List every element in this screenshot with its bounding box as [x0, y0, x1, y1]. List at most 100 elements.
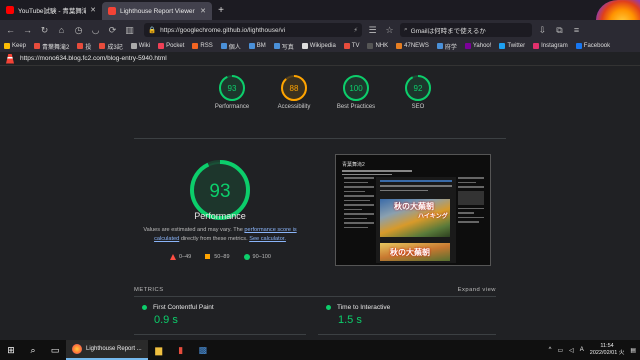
- divider: [318, 334, 496, 335]
- metric-first-contentful-paint: First Contentful Paint 0.9 s: [142, 304, 314, 326]
- bookmark-icon: [248, 43, 255, 49]
- bookmark-item[interactable]: 個人: [220, 42, 241, 51]
- bookmark-icon: [192, 43, 199, 49]
- bookmark-icon: [158, 43, 165, 49]
- bookmark-item[interactable]: 写真: [273, 42, 294, 51]
- windows-start-icon[interactable]: ⊞: [0, 340, 22, 360]
- gauge-label: Best Practices: [336, 104, 376, 110]
- menu-icon[interactable]: ≡: [570, 24, 583, 37]
- divider: [134, 138, 506, 139]
- score-legend: 0–49 50–89 90–100: [170, 254, 271, 260]
- bookmark-label: NHK: [375, 43, 389, 49]
- network-icon[interactable]: ▭: [557, 347, 563, 354]
- history-icon[interactable]: ◷: [72, 24, 85, 37]
- bookmark-label: Instagram: [541, 43, 568, 49]
- screenshot-right-sidebar: [458, 177, 484, 263]
- report-page: 93 Performance 88 Accessibility 100 Best Prac…: [0, 66, 640, 340]
- pass-circle-icon: [142, 305, 147, 310]
- bookmark-item[interactable]: NHK: [367, 43, 388, 49]
- downloads-icon[interactable]: ⇩: [536, 24, 549, 37]
- search-icon[interactable]: ⌕: [22, 340, 44, 360]
- category-gauge-best-practices[interactable]: 100 Best Practices: [329, 74, 383, 110]
- bookmark-icon: [273, 43, 280, 49]
- gauge-label: Accessibility: [277, 104, 311, 110]
- bookmark-item[interactable]: TV: [343, 43, 360, 49]
- page-screenshot[interactable]: 青葉舞滝2 秋の大蕪朝 ハイキング 秋の大蕪朝: [335, 154, 491, 266]
- bookmark-item[interactable]: Pocket: [158, 43, 184, 49]
- ime-indicator[interactable]: A: [580, 347, 584, 353]
- bookmark-item[interactable]: 府学: [436, 42, 457, 51]
- search-input[interactable]: ⌕ Gmailは何時まで使えるか: [400, 23, 532, 37]
- bookmark-label: Pocket: [166, 43, 185, 49]
- home-icon[interactable]: ⌂: [55, 24, 68, 37]
- bookmark-item[interactable]: Wikipedia: [301, 43, 336, 49]
- pocket-icon[interactable]: ◡: [89, 24, 102, 37]
- reload-icon[interactable]: ↻: [38, 24, 51, 37]
- close-tab-icon[interactable]: ✕: [90, 6, 96, 14]
- expand-view-button[interactable]: Expand view: [458, 287, 496, 293]
- bookmark-icon: [533, 43, 540, 49]
- bookmark-item[interactable]: Twitter: [499, 43, 525, 49]
- bookmark-label: 47NEWS: [404, 43, 429, 49]
- bookmark-icon: [436, 43, 443, 49]
- performance-title: Performance: [194, 211, 246, 221]
- bookmark-item[interactable]: 成3記: [99, 42, 123, 51]
- bookmark-label: TV: [351, 43, 360, 49]
- score-gauge: 92: [405, 75, 431, 101]
- search-icon: ⌕: [404, 26, 408, 33]
- bookmark-item[interactable]: BM: [248, 43, 266, 49]
- address-bar[interactable]: 🔒 https://googlechrome.github.io/lightho…: [144, 23, 362, 37]
- bookmark-item[interactable]: Facebook: [575, 43, 610, 49]
- volume-icon[interactable]: ◁: [569, 347, 574, 354]
- bookmark-item[interactable]: Wiki: [130, 43, 151, 49]
- bookmark-icon: [343, 43, 350, 49]
- gauge-score: 93: [228, 84, 237, 93]
- chevron-up-icon[interactable]: ^: [549, 347, 552, 353]
- new-tab-button[interactable]: +: [214, 5, 228, 16]
- reader-view-icon[interactable]: ☰: [366, 24, 379, 37]
- bookmark-star-icon[interactable]: ☆: [383, 24, 396, 37]
- task-view-icon[interactable]: ▭: [44, 340, 66, 360]
- bookmark-label: BM: [256, 43, 266, 49]
- score-gauge: 88: [281, 75, 307, 101]
- bookmark-item[interactable]: RSS: [192, 43, 213, 49]
- bookmark-item[interactable]: 青葉舞滝2: [34, 42, 69, 51]
- bookmark-label: Twitter: [507, 43, 526, 49]
- file-explorer-icon[interactable]: ▆: [148, 340, 170, 360]
- library-icon[interactable]: ▥: [123, 24, 136, 37]
- clock[interactable]: 11:54 2022/02/01 火: [590, 343, 625, 357]
- see-calculator-link[interactable]: See calculator.: [249, 236, 286, 242]
- close-tab-icon[interactable]: ✕: [200, 7, 206, 15]
- bookmark-item[interactable]: Keep: [4, 43, 26, 49]
- back-arrow-icon[interactable]: ←: [4, 24, 17, 37]
- forward-arrow-icon[interactable]: →: [21, 24, 34, 37]
- extension-icon[interactable]: ⧉: [553, 24, 566, 37]
- app-icon[interactable]: ▩: [192, 340, 214, 360]
- legend-item-average: 50–89: [205, 254, 230, 260]
- bookmark-item[interactable]: Instagram: [533, 43, 568, 49]
- page-action-icon[interactable]: ⚡: [353, 26, 358, 34]
- category-gauge-performance[interactable]: 93 Performance: [205, 74, 259, 110]
- sync-icon[interactable]: ⟳: [106, 24, 119, 37]
- tab-lighthouse[interactable]: Lighthouse Report Viewer ✕: [102, 2, 212, 20]
- score-gauge: 100: [343, 75, 369, 101]
- bookmark-item[interactable]: 47NEWS: [396, 43, 429, 49]
- system-tray: ^ ▭ ◁ A 11:54 2022/02/01 火 ▤: [549, 340, 636, 360]
- lighthouse-favicon-icon: [108, 7, 116, 15]
- category-gauge-accessibility[interactable]: 88 Accessibility: [267, 74, 321, 110]
- app-icon[interactable]: ▮: [170, 340, 192, 360]
- notification-icon[interactable]: ▤: [630, 347, 636, 354]
- taskbar-firefox-app[interactable]: Lighthouse Report ...: [66, 340, 148, 360]
- bookmark-item[interactable]: Yahoo!: [464, 43, 491, 49]
- performance-note: Values are estimated and may vary. The p…: [138, 226, 302, 244]
- divider: [134, 296, 496, 297]
- lighthouse-logo-icon: [6, 53, 14, 64]
- note-text: Values are estimated and may vary. The: [143, 227, 245, 233]
- bookmark-label: Wiki: [138, 43, 151, 49]
- tested-url[interactable]: https://mono634.blog.fc2.com/blog-entry-…: [20, 55, 167, 62]
- legend-item-fail: 0–49: [170, 254, 191, 260]
- category-gauge-seo[interactable]: 92 SEO: [391, 74, 445, 110]
- tab-youtube[interactable]: YouTube試験 - 青葉舞滝2 - ✕: [0, 1, 102, 19]
- bookmark-item[interactable]: 投: [77, 42, 91, 51]
- circle-icon: [243, 254, 250, 260]
